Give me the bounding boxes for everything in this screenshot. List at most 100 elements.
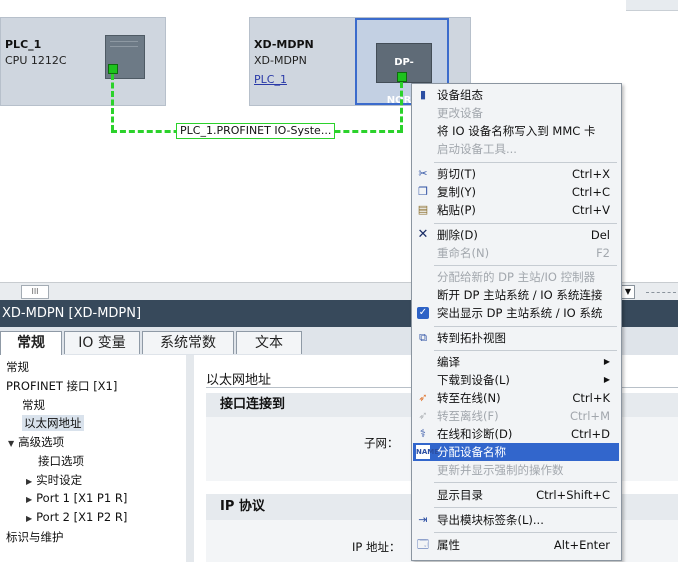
xdmdpn-profinet-port[interactable] [397, 72, 407, 82]
go-online-icon: ➶ [418, 391, 428, 404]
menu-item-compile[interactable]: 编译 ▶ [413, 353, 619, 371]
menu-label: 突出显示 DP 主站系统 / IO 系统 [437, 306, 603, 320]
menu-item-assign-master[interactable]: 分配给新的 DP 主站/IO 控制器 [413, 268, 619, 286]
menu-shortcut: Ctrl+K [572, 391, 610, 405]
menu-shortcut: F2 [596, 246, 610, 260]
menu-label: 粘贴(P) [437, 203, 476, 217]
tree-item-port1[interactable]: ▶ Port 1 [X1 P1 R] [26, 491, 127, 505]
paste-icon: ▤ [417, 203, 429, 216]
menu-shortcut: Ctrl+C [571, 185, 610, 199]
menu-separator [434, 532, 617, 533]
menu-label: 复制(Y) [437, 185, 476, 199]
content-header: 以太网地址 [206, 373, 272, 388]
profinet-network-label[interactable]: PLC_1.PROFINET IO-Syste... [176, 123, 336, 139]
menu-separator [434, 162, 617, 163]
menu-separator [434, 265, 617, 266]
tree-item-advanced[interactable]: ▼ 高级选项 [8, 434, 64, 450]
device-xdmdpn-controller-link[interactable]: PLC_1 [254, 73, 287, 86]
expand-triangle-icon[interactable]: ▶ [26, 514, 32, 523]
menu-label: 重命名(N) [437, 246, 490, 260]
menu-label: 将 IO 设备名称写入到 MMC 卡 [437, 124, 596, 138]
tree-item-realtime-label: 实时设定 [36, 473, 83, 487]
menu-item-go-offline[interactable]: ➶ 转至离线(F) Ctrl+M [413, 407, 619, 425]
menu-label: 更改设备 [437, 106, 483, 120]
submenu-arrow-icon: ▶ [603, 357, 610, 366]
menu-item-go-online[interactable]: ➶ 转至在线(N) Ctrl+K [413, 389, 619, 407]
menu-item-change-device[interactable]: 更改设备 [413, 104, 619, 122]
menu-item-copy[interactable]: ❐ 复制(Y) Ctrl+C [413, 183, 619, 201]
tree-splitter[interactable] [186, 355, 194, 562]
menu-label: 更新并显示强制的操作数 [437, 463, 564, 477]
submenu-arrow-icon: ▶ [603, 375, 610, 384]
menu-label: 显示目录 [437, 488, 483, 502]
device-plc1-box[interactable]: PLC_1 CPU 1212C [0, 17, 166, 106]
menu-separator [434, 350, 617, 351]
tree-item-id-maintenance[interactable]: 标识与维护 [6, 529, 64, 545]
menu-label: 分配给新的 DP 主站/IO 控制器 [437, 270, 596, 284]
tab-io-tags[interactable]: IO 变量 [64, 331, 140, 354]
menu-shortcut: Ctrl+M [569, 409, 610, 423]
tree-item-sub-general[interactable]: 常规 [22, 397, 45, 413]
network-line-left[interactable] [111, 74, 114, 131]
copy-icon: ❐ [418, 185, 428, 198]
menu-item-disconnect-master[interactable]: 断开 DP 主站系统 / IO 系统连接 [413, 286, 619, 304]
menu-item-export-labels[interactable]: ⇥ 导出模块标签条(L)... [413, 511, 619, 529]
tree-item-advanced-label: 高级选项 [18, 435, 65, 449]
expand-triangle-icon[interactable]: ▶ [26, 477, 32, 486]
menu-label: 设备组态 [437, 88, 483, 102]
tree-item-interface-options[interactable]: 接口选项 [38, 453, 84, 469]
scissors-icon: ✂ [418, 167, 428, 180]
collapse-triangle-icon[interactable]: ▼ [8, 439, 14, 448]
menu-item-properties[interactable]: 🗔 属性 Alt+Enter [413, 536, 619, 554]
menu-label: 转至在线(N) [437, 391, 501, 405]
delete-x-icon: ✕ [417, 227, 429, 242]
tree-item-ethernet[interactable]: 以太网地址 [22, 415, 84, 431]
device-xdmdpn-name: XD-MDPN [254, 38, 314, 51]
tree-item-general[interactable]: 常规 [6, 359, 29, 375]
menu-item-topology-view[interactable]: ⧉ 转到拓扑视图 [413, 329, 619, 347]
menu-label: 剪切(T) [437, 167, 476, 181]
device-plc1-name: PLC_1 [5, 38, 42, 51]
tab-system-constants[interactable]: 系统常数 [142, 331, 234, 354]
menu-item-start-device-tool[interactable]: 启动设备工具... [413, 140, 619, 158]
menu-shortcut: Ctrl+Shift+C [536, 488, 610, 502]
toolbar-edge [626, 0, 678, 11]
plc1-profinet-port[interactable] [108, 64, 118, 74]
menu-item-assign-device-name[interactable]: NAME 分配设备名称 [413, 443, 619, 461]
menu-separator [434, 507, 617, 508]
menu-item-rename[interactable]: 重命名(N) F2 [413, 244, 619, 262]
device-xdmdpn-type: XD-MDPN [254, 54, 307, 67]
tree-item-realtime[interactable]: ▶ 实时设定 [26, 472, 82, 488]
zoom-dropdown-arrow-icon[interactable]: ▼ [621, 285, 635, 299]
tree-item-profinet[interactable]: PROFINET 接口 [X1] [6, 378, 117, 394]
tree-item-port2[interactable]: ▶ Port 2 [X1 P2 R] [26, 510, 127, 524]
network-line-right[interactable] [400, 82, 403, 131]
menu-item-show-catalog[interactable]: 显示目录 Ctrl+Shift+C [413, 486, 619, 504]
export-icon: ⇥ [418, 513, 428, 526]
device-config-icon: ▮ [419, 88, 427, 101]
menu-item-highlight-master[interactable]: ✓ 突出显示 DP 主站系统 / IO 系统 [413, 304, 619, 322]
go-offline-icon: ➶ [418, 409, 428, 422]
tab-general[interactable]: 常规 [0, 331, 62, 356]
menu-label: 断开 DP 主站系统 / IO 系统连接 [437, 288, 603, 302]
menu-item-device-config[interactable]: ▮ 设备组态 [413, 86, 619, 104]
menu-item-paste[interactable]: ▤ 粘贴(P) Ctrl+V [413, 201, 619, 219]
menu-item-cut[interactable]: ✂ 剪切(T) Ctrl+X [413, 165, 619, 183]
menu-label: 属性 [437, 538, 460, 552]
menu-item-write-mmc[interactable]: 将 IO 设备名称写入到 MMC 卡 [413, 122, 619, 140]
zoom-slider[interactable] [646, 292, 676, 293]
inspector-tree: 常规 PROFINET 接口 [X1] 常规 以太网地址 ▼ 高级选项 接口选项 … [0, 355, 187, 562]
menu-item-delete[interactable]: ✕ 删除(D) Del [413, 226, 619, 244]
menu-label: 分配设备名称 [437, 445, 506, 459]
menu-label: 转至离线(F) [437, 409, 499, 423]
device-plc1-type: CPU 1212C [5, 54, 67, 67]
menu-item-download[interactable]: 下载到设备(L) ▶ [413, 371, 619, 389]
tab-texts[interactable]: 文本 [236, 331, 302, 354]
menu-item-online-diagnostics[interactable]: ⚕ 在线和诊断(D) Ctrl+D [413, 425, 619, 443]
expand-triangle-icon[interactable]: ▶ [26, 495, 32, 504]
menu-item-update-forced[interactable]: 更新并显示强制的操作数 [413, 461, 619, 479]
checkbox-checked-icon[interactable]: ✓ [417, 307, 429, 319]
menu-label: 转到拓扑视图 [437, 331, 506, 345]
scrollbar-thumb[interactable]: III [21, 285, 49, 299]
menu-separator [434, 223, 617, 224]
